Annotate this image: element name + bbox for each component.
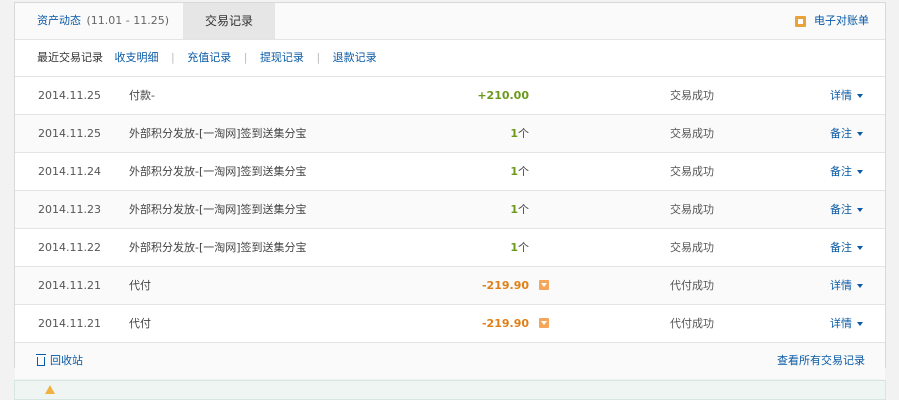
row-status: 代付成功	[670, 279, 714, 292]
row-date: 2014.11.22	[38, 241, 101, 254]
filter-recent: 最近交易记录	[37, 51, 103, 64]
row-date: 2014.11.21	[38, 317, 101, 330]
recycle-bin-link[interactable]: 回收站	[36, 343, 83, 379]
row-date: 2014.11.21	[38, 279, 101, 292]
row-name: 代付	[129, 279, 151, 292]
view-all-records-link[interactable]: 查看所有交易记录	[777, 343, 865, 379]
caret-down-icon	[857, 246, 863, 250]
caret-down-icon	[857, 132, 863, 136]
table-row: 2014.11.21 代付 -219.90 代付成功 详情	[15, 305, 885, 343]
row-detail-button[interactable]: 详情	[830, 305, 863, 342]
filter-withdraw[interactable]: 提现记录	[260, 51, 304, 64]
table-row: 2014.11.25 付款- +210.00 交易成功 详情	[15, 77, 885, 115]
row-status: 交易成功	[670, 165, 714, 178]
row-amount: +210.00	[477, 89, 529, 102]
row-date: 2014.11.25	[38, 127, 101, 140]
table-row: 2014.11.24 外部积分发放-[一淘网]签到送集分宝 1个 交易成功 备注	[15, 153, 885, 191]
row-amount: -219.90	[481, 317, 529, 330]
row-amount: -219.90	[481, 279, 529, 292]
tab-bar: 资产动态 (11.01 - 11.25) 交易记录 电子对账单	[15, 3, 885, 40]
caret-down-icon	[857, 170, 863, 174]
row-date: 2014.11.23	[38, 203, 101, 216]
ebill-link[interactable]: 电子对账单	[795, 3, 869, 39]
row-note-button[interactable]: 备注	[830, 153, 863, 190]
row-date: 2014.11.25	[38, 89, 101, 102]
table-row: 2014.11.22 外部积分发放-[一淘网]签到送集分宝 1个 交易成功 备注	[15, 229, 885, 267]
table-row: 2014.11.25 外部积分发放-[一淘网]签到送集分宝 1个 交易成功 备注	[15, 115, 885, 153]
tab-assets[interactable]: 资产动态 (11.01 - 11.25)	[37, 3, 169, 39]
row-name: 外部积分发放-[一淘网]签到送集分宝	[129, 165, 307, 178]
row-name: 外部积分发放-[一淘网]签到送集分宝	[129, 127, 307, 140]
notice-bar	[14, 380, 886, 400]
panel-footer: 回收站 查看所有交易记录	[15, 343, 885, 379]
caret-down-icon	[857, 208, 863, 212]
filter-recharge[interactable]: 充值记录	[187, 51, 231, 64]
row-note-button[interactable]: 备注	[830, 229, 863, 266]
warning-icon	[45, 385, 55, 394]
table-row: 2014.11.23 外部积分发放-[一淘网]签到送集分宝 1个 交易成功 备注	[15, 191, 885, 229]
tab-trade-records[interactable]: 交易记录	[183, 3, 275, 39]
caret-down-icon	[857, 284, 863, 288]
ebill-label[interactable]: 电子对账单	[814, 3, 869, 39]
tab-assets-label[interactable]: 资产动态	[37, 14, 81, 27]
row-status: 交易成功	[670, 89, 714, 102]
row-name: 付款-	[129, 89, 155, 102]
filter-refund[interactable]: 退款记录	[333, 51, 377, 64]
row-name: 外部积分发放-[一淘网]签到送集分宝	[129, 203, 307, 216]
table-row: 2014.11.21 代付 -219.90 代付成功 详情	[15, 267, 885, 305]
row-amount: 1个	[510, 241, 529, 254]
row-name: 代付	[129, 317, 151, 330]
trash-icon	[36, 353, 46, 366]
caret-down-icon	[857, 322, 863, 326]
row-detail-button[interactable]: 详情	[830, 267, 863, 304]
dropdown-icon[interactable]	[539, 280, 549, 290]
record-filter-nav: 最近交易记录 收支明细 | 充值记录 | 提现记录 | 退款记录	[15, 40, 885, 77]
recycle-label[interactable]: 回收站	[50, 343, 83, 379]
row-amount: 1个	[510, 165, 529, 178]
dropdown-icon[interactable]	[539, 318, 549, 328]
filter-income-expense[interactable]: 收支明细	[115, 51, 159, 64]
row-status: 交易成功	[670, 241, 714, 254]
row-detail-button[interactable]: 详情	[830, 77, 863, 114]
row-amount: 1个	[510, 203, 529, 216]
row-note-button[interactable]: 备注	[830, 191, 863, 228]
row-date: 2014.11.24	[38, 165, 101, 178]
row-status: 代付成功	[670, 317, 714, 330]
tab-assets-range: (11.01 - 11.25)	[86, 14, 170, 27]
row-amount: 1个	[510, 127, 529, 140]
bill-icon	[795, 15, 806, 27]
row-note-button[interactable]: 备注	[830, 115, 863, 152]
divider: |	[171, 51, 175, 64]
row-name: 外部积分发放-[一淘网]签到送集分宝	[129, 241, 307, 254]
divider: |	[243, 51, 248, 64]
row-status: 交易成功	[670, 127, 714, 140]
divider: |	[316, 51, 321, 64]
caret-down-icon	[857, 94, 863, 98]
transaction-panel: 资产动态 (11.01 - 11.25) 交易记录 电子对账单 最近交易记录 收…	[14, 2, 886, 379]
row-status: 交易成功	[670, 203, 714, 216]
